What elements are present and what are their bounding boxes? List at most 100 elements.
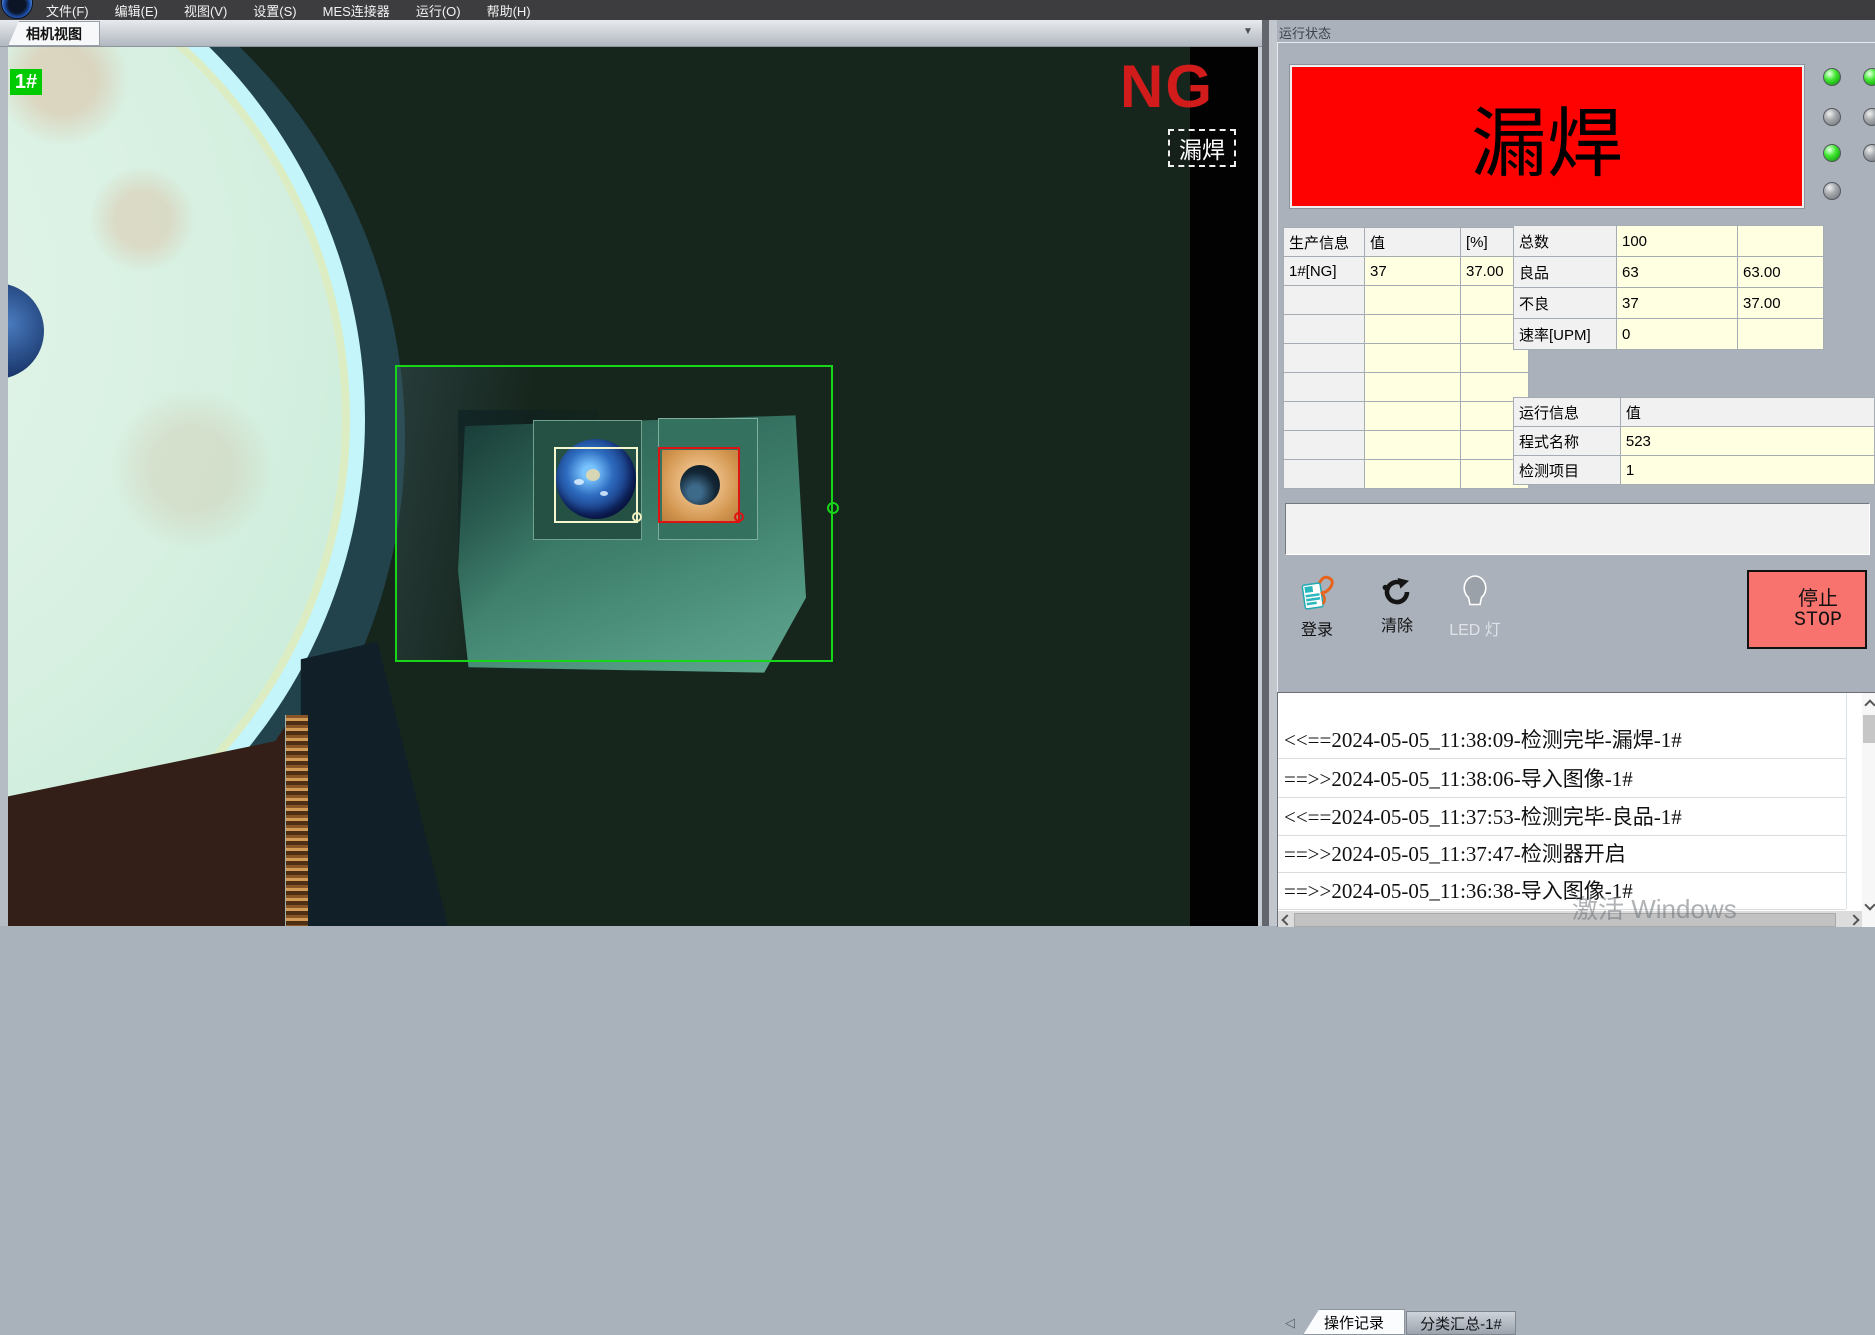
- table-row: 程式名称 523: [1514, 427, 1875, 456]
- refresh-arrow-icon: [1381, 576, 1413, 608]
- clear-button[interactable]: 清除: [1365, 576, 1429, 636]
- cell: 0: [1617, 319, 1738, 350]
- cell: 37: [1617, 288, 1738, 319]
- message-box: [1285, 503, 1870, 555]
- menu-file[interactable]: 文件(F): [46, 1, 89, 20]
- menu-bar: 文件(F) 编辑(E) 视图(V) 设置(S) MES连接器 运行(O) 帮助(…: [0, 0, 1875, 20]
- scroll-right-icon[interactable]: [1848, 914, 1859, 925]
- log-row[interactable]: <<==2024-05-05_11:37:53-检测完毕-良品-1#: [1278, 798, 1846, 836]
- scroll-left-icon[interactable]: [1281, 914, 1292, 925]
- tab-scroll-left-icon[interactable]: ◁: [1285, 1315, 1295, 1331]
- col-header: 值: [1620, 398, 1874, 427]
- table-row: 不良 37 37.00: [1514, 288, 1824, 319]
- chevron-down-icon[interactable]: ▼: [1243, 26, 1253, 37]
- cell: 良品: [1514, 257, 1617, 288]
- led-light-button[interactable]: LED 灯: [1443, 574, 1507, 640]
- cell: [1738, 319, 1824, 350]
- horizontal-scroll-thumb[interactable]: [1294, 913, 1836, 927]
- stop-label-en: STOP: [1794, 610, 1842, 632]
- log-tab-strip: ◁ 操作记录 分类汇总-1#: [1277, 664, 1875, 690]
- col-header: 值: [1365, 228, 1461, 257]
- cell: 不良: [1514, 288, 1617, 319]
- led-light-label: LED 灯: [1449, 616, 1501, 640]
- panel-splitter[interactable]: [1262, 20, 1269, 926]
- cell: 63: [1617, 257, 1738, 288]
- redbox-notch: [734, 512, 744, 522]
- table-row: [1284, 402, 1529, 431]
- id-badge-icon: [1297, 574, 1337, 612]
- stats-table: 总数 100 良品 63 63.00 不良 37 37.00 速率[UPM] 0: [1513, 225, 1824, 350]
- image-black-band: [1190, 46, 1258, 926]
- cell: 检测项目: [1514, 456, 1621, 485]
- cell: 63.00: [1738, 257, 1824, 288]
- panel-edge: [1269, 20, 1277, 926]
- clear-label: 清除: [1381, 612, 1413, 636]
- login-label: 登录: [1301, 616, 1333, 640]
- table-row[interactable]: 1#[NG] 37 37.00: [1284, 257, 1529, 286]
- log-row[interactable]: ==>>2024-05-05_11:38:06-导入图像-1#: [1278, 760, 1846, 798]
- camera-tab-bar: 相机视图 ▼: [0, 20, 1262, 47]
- tab-classification-summary[interactable]: 分类汇总-1#: [1406, 1311, 1516, 1335]
- table-row: [1284, 315, 1529, 344]
- result-ng-text: NG: [1120, 52, 1214, 121]
- cell: 37.00: [1738, 288, 1824, 319]
- table-row: [1284, 460, 1529, 489]
- run-status-panel: 运行状态 漏焊 生产信息 值 [%] 1#[NG] 37 37.00 总数 10…: [1277, 20, 1875, 926]
- dark-wedge: [288, 636, 448, 926]
- led-indicator: [1863, 108, 1875, 126]
- detection-roi: [395, 365, 833, 662]
- stop-button[interactable]: 停止 STOP: [1747, 570, 1867, 649]
- table-row: 总数 100: [1514, 226, 1824, 257]
- log-row[interactable]: ==>>2024-05-05_11:36:38-导入图像-1#: [1278, 872, 1846, 910]
- defect-banner: 漏焊: [1290, 65, 1804, 208]
- menu-view[interactable]: 视图(V): [184, 1, 227, 20]
- defect-label-tag: 漏焊: [1168, 129, 1236, 167]
- panel-title: 运行状态: [1279, 23, 1331, 42]
- table-row: 检测项目 1: [1514, 456, 1875, 485]
- table-row: 速率[UPM] 0: [1514, 319, 1824, 350]
- scroll-down-icon[interactable]: [1864, 899, 1875, 910]
- menu-help[interactable]: 帮助(H): [487, 1, 531, 20]
- log-row[interactable]: <<==2024-05-05_11:38:09-检测完毕-漏焊-1#: [1278, 721, 1846, 759]
- menu-mes-connector[interactable]: MES连接器: [323, 1, 390, 20]
- vertical-scroll-thumb[interactable]: [1863, 715, 1875, 743]
- copper-coil-strip: [285, 715, 308, 926]
- led-indicator: [1823, 182, 1841, 200]
- menu-settings[interactable]: 设置(S): [253, 1, 296, 20]
- cell: [1738, 226, 1824, 257]
- col-header: 运行信息: [1514, 398, 1621, 427]
- tab-operation-log[interactable]: 操作记录: [1303, 1309, 1405, 1335]
- led-indicator: [1823, 108, 1841, 126]
- cell: 程式名称: [1514, 427, 1621, 456]
- camera-id-badge: 1#: [10, 69, 42, 95]
- cell: 100: [1617, 226, 1738, 257]
- led-indicator: [1863, 68, 1875, 86]
- activate-windows-watermark: 激活 Windows: [1572, 889, 1737, 926]
- login-button[interactable]: 登录: [1285, 574, 1349, 640]
- menu-run[interactable]: 运行(O): [416, 1, 461, 20]
- table-row: [1284, 373, 1529, 402]
- cell: 总数: [1514, 226, 1617, 257]
- cell: 1#[NG]: [1284, 257, 1365, 286]
- stop-label-cn: 停止: [1798, 588, 1838, 610]
- cell: 速率[UPM]: [1514, 319, 1617, 350]
- camera-image-view: 1# NG 漏焊: [8, 46, 1258, 926]
- cell: 1: [1620, 456, 1874, 485]
- scroll-up-icon[interactable]: [1864, 699, 1875, 710]
- window-left-edge: [0, 46, 8, 926]
- whitebox-notch: [632, 512, 642, 522]
- table-row: [1284, 344, 1529, 373]
- roi-notch: [827, 502, 839, 514]
- cell: 37: [1365, 257, 1461, 286]
- tab-camera-view[interactable]: 相机视图: [8, 21, 100, 46]
- led-indicator: [1823, 68, 1841, 86]
- log-column-divider: [1846, 693, 1847, 909]
- log-row[interactable]: ==>>2024-05-05_11:37:47-检测器开启: [1278, 835, 1846, 873]
- menu-edit[interactable]: 编辑(E): [115, 1, 158, 20]
- led-indicator: [1823, 144, 1841, 162]
- cell: 523: [1620, 427, 1874, 456]
- table-row: [1284, 286, 1529, 315]
- table-row: 良品 63 63.00: [1514, 257, 1824, 288]
- table-row: [1284, 431, 1529, 460]
- col-header: 生产信息: [1284, 228, 1365, 257]
